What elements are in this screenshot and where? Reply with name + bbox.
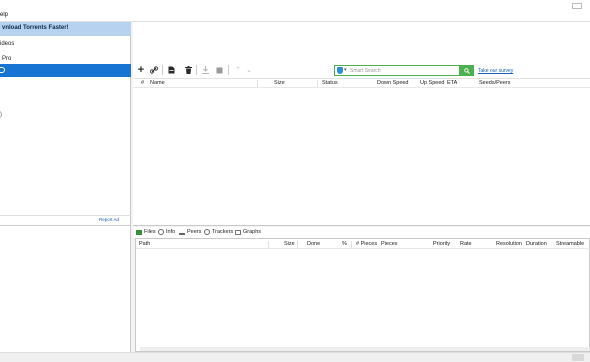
column-header-num-pieces[interactable]: # Pieces xyxy=(356,241,377,247)
promo-banner[interactable]: vnload Torrents Faster! xyxy=(0,22,131,36)
sidebar-item-label: ideos xyxy=(0,41,15,47)
column-header-rate[interactable]: Rate xyxy=(460,241,472,247)
column-header-eta[interactable]: ETA xyxy=(447,80,457,86)
report-ad-link[interactable]: Report Ad xyxy=(99,217,119,222)
link-icon[interactable] xyxy=(149,65,159,75)
tab-peers[interactable]: Peers xyxy=(179,229,201,235)
column-header-up-speed[interactable]: Up Speed xyxy=(420,80,444,86)
sidebar-glyph: ) xyxy=(0,112,2,118)
sidebar-ad-footer: Report Ad xyxy=(0,215,131,223)
search-input[interactable] xyxy=(350,67,455,75)
column-header-done[interactable]: Done xyxy=(307,241,320,247)
up-arrow-icon[interactable]: ⌃ xyxy=(233,65,243,75)
chevron-down-icon[interactable]: ▾ xyxy=(344,67,347,73)
circle-icon xyxy=(0,67,5,73)
column-header-name[interactable]: Name xyxy=(150,80,165,86)
column-header-pieces[interactable]: Pieces xyxy=(381,241,398,247)
tab-trackers[interactable]: Trackers xyxy=(204,229,233,235)
trackers-icon xyxy=(204,229,210,235)
column-separator[interactable] xyxy=(317,80,318,87)
files-panel[interactable]: Path Size Done % # Pieces Pieces Priorit… xyxy=(135,238,590,352)
download-icon[interactable] xyxy=(200,65,210,75)
sidebar: vnload Torrents Faster! ideos Pro ) Repo… xyxy=(0,22,131,225)
toolbar-separator xyxy=(162,65,163,75)
survey-link[interactable]: Take our survey xyxy=(478,68,513,74)
sidebar-item-videos[interactable]: ideos xyxy=(0,38,131,51)
search-button[interactable] xyxy=(460,65,474,76)
graph-icon xyxy=(235,229,241,235)
column-header-size[interactable]: Size xyxy=(274,80,285,86)
menubar: elp xyxy=(0,0,590,22)
sidebar-lower-panel xyxy=(0,225,131,352)
trash-icon[interactable] xyxy=(183,65,193,75)
tab-label: Graphs xyxy=(243,229,262,235)
tab-label: Files xyxy=(144,229,156,235)
folder-icon xyxy=(136,229,142,235)
column-header-number[interactable]: # xyxy=(141,80,144,86)
column-header-path[interactable]: Path xyxy=(139,241,150,247)
peers-icon xyxy=(179,230,185,235)
info-icon xyxy=(158,229,164,235)
column-separator[interactable] xyxy=(297,241,298,248)
status-indicator[interactable] xyxy=(572,354,584,361)
tab-files[interactable]: Files xyxy=(136,229,156,235)
add-icon[interactable]: + xyxy=(136,64,146,76)
column-separator[interactable] xyxy=(351,241,352,248)
tab-info[interactable]: Info xyxy=(158,229,175,235)
menu-help[interactable]: elp xyxy=(0,12,8,18)
down-arrow-icon[interactable]: ⌄ xyxy=(244,65,254,75)
column-header-percent[interactable]: % xyxy=(342,241,347,247)
ad-area xyxy=(133,22,590,62)
column-header-streamable[interactable]: Streamable xyxy=(556,241,584,247)
file-icon[interactable] xyxy=(166,65,176,75)
status-bar xyxy=(0,352,590,362)
stop-icon[interactable] xyxy=(214,65,224,75)
search-box: ▾ xyxy=(334,65,460,76)
sidebar-item-label: Pro xyxy=(2,56,12,62)
column-header-size[interactable]: Size xyxy=(284,241,295,247)
column-header-down-speed[interactable]: Down Speed xyxy=(377,80,409,86)
toolbar-separator xyxy=(228,65,229,75)
column-header-duration[interactable]: Duration xyxy=(526,241,547,247)
column-header-status[interactable]: Status xyxy=(322,80,338,86)
files-list-header: Path Size Done % # Pieces Pieces Priorit… xyxy=(136,239,590,249)
column-separator[interactable] xyxy=(257,80,258,87)
sidebar-item-selected[interactable] xyxy=(0,64,131,77)
column-header-priority[interactable]: Priority xyxy=(433,241,450,247)
tab-label: Info xyxy=(166,229,176,235)
window-control-icon[interactable] xyxy=(572,3,582,9)
torrent-list-header: # Name Size Status Down Speed Up Speed E… xyxy=(133,79,590,88)
column-header-resolution[interactable]: Resolution xyxy=(496,241,522,247)
horizontal-scrollbar[interactable] xyxy=(140,347,590,351)
tab-label: Trackers xyxy=(212,229,234,235)
details-tab-bar: Files Info Peers Trackers Graphs xyxy=(133,227,590,238)
tab-label: Peers xyxy=(187,229,202,235)
tab-graphs[interactable]: Graphs xyxy=(235,229,261,235)
column-separator[interactable] xyxy=(268,241,269,248)
column-header-seeds-peers[interactable]: Seeds/Peers xyxy=(479,80,511,86)
search-icon xyxy=(464,67,470,74)
torrent-list[interactable]: # Name Size Status Down Speed Up Speed E… xyxy=(133,78,590,226)
toolbar-separator xyxy=(196,65,197,75)
shield-icon xyxy=(337,67,343,74)
